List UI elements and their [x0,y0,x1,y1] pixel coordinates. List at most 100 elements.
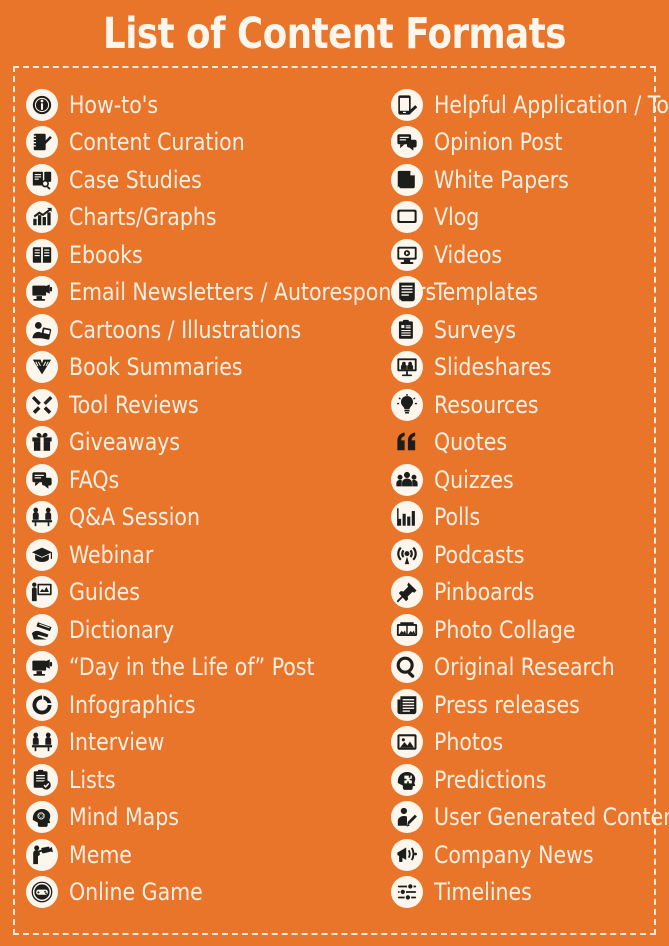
icon-container [25,125,59,159]
icon-container [390,725,424,759]
list-item-label: Polls [434,503,481,532]
list-item[interactable]: Cartoons / Illustrations [25,311,375,349]
list-item[interactable]: Lists [25,761,375,799]
list-item[interactable]: Tool Reviews [25,386,375,424]
icon-container [25,725,59,759]
pushpin-icon [391,576,423,609]
list-item[interactable]: Meme [25,836,375,874]
list-item-label: Original Research [434,653,615,682]
list-item[interactable]: Helpful Application / Tool [390,86,669,124]
list-item-label: FAQs [69,465,120,494]
list-item[interactable]: Company News [390,836,660,874]
list-item-label: Cartoons / Illustrations [69,315,302,344]
list-item[interactable]: Book Summaries [25,349,375,387]
list-item[interactable]: Infographics [25,686,375,724]
podcast-signal-icon [391,538,423,571]
list-item-label: Ebooks [69,240,143,269]
icon-container [390,688,424,722]
list-item[interactable]: “Day in the Life of” Post [25,649,375,687]
list-item[interactable]: Interview [25,724,375,762]
list-item[interactable]: Original Research [390,649,660,687]
list-item[interactable]: Predictions [390,761,660,799]
icon-container [25,538,59,572]
list-item[interactable]: Timelines [390,874,660,912]
screen-icon [391,201,423,234]
list-item-label: Online Game [69,878,203,907]
list-item[interactable]: FAQs [25,461,375,499]
mobile-app-icon [391,88,423,121]
list-item-label: Lists [69,765,116,794]
list-item-label: Press releases [434,690,580,719]
list-item[interactable]: Guides [25,574,375,612]
list-item[interactable]: User Generated Content [390,799,669,837]
gamepad-circle-icon [26,876,58,909]
icon-container [25,238,59,272]
monitor-megaphone-icon [26,276,58,309]
list-item[interactable]: Resources [390,386,660,424]
list-item-label: Mind Maps [69,803,179,832]
list-item[interactable]: Templates [390,274,660,312]
list-item[interactable]: Quotes [390,424,660,462]
bar-chart-icon [391,501,423,534]
list-item-label: Webinar [69,540,154,569]
icon-container [390,463,424,497]
list-item[interactable]: How-to's [25,86,375,124]
monitor-play-icon [391,238,423,271]
magnifier-icon [391,651,423,684]
list-item[interactable]: Pinboards [390,574,660,612]
list-item[interactable]: Case Studies [25,161,375,199]
list-item[interactable]: Photo Collage [390,611,660,649]
list-item-label: Resources [434,390,539,419]
icon-container [390,650,424,684]
list-item[interactable]: Podcasts [390,536,660,574]
list-item-label: Content Curation [69,128,245,157]
icon-container [25,313,59,347]
newspaper-icon [391,688,423,721]
list-item[interactable]: Email Newsletters / Autoresponders [25,274,436,312]
content-format-column-right: Helpful Application / Tool Opinion Post Wh… [390,86,669,912]
two-people-table-icon [26,501,58,534]
megaphone-icon [391,838,423,871]
list-item[interactable]: Giveaways [25,424,375,462]
list-item[interactable]: Videos [390,236,660,274]
list-item-label: How-to's [69,90,159,119]
list-item-label: Giveaways [69,428,181,457]
list-item-label: Opinion Post [434,128,563,157]
list-item[interactable]: Q&A Session [25,499,375,537]
list-item[interactable]: Content Curation [25,124,375,162]
donut-chart-icon [26,688,58,721]
list-item[interactable]: Webinar [25,536,375,574]
list-item[interactable]: Polls [390,499,660,537]
speech-bubbles-icon [26,463,58,496]
list-item-label: Meme [69,840,132,869]
icon-container [390,538,424,572]
list-item-label: Charts/Graphs [69,203,217,232]
list-item-label: Pinboards [434,578,535,607]
list-item-label: Interview [69,728,165,757]
list-item[interactable]: Photos [390,724,660,762]
list-item[interactable]: Online Game [25,874,375,912]
two-people-table-icon [26,726,58,759]
icon-container [25,275,59,309]
list-item-label: Book Summaries [69,353,243,382]
sliders-icon [391,876,423,909]
icon-container [25,88,59,122]
list-item[interactable]: Surveys [390,311,660,349]
person-picture-icon [26,313,58,346]
list-item[interactable]: Mind Maps [25,799,375,837]
list-item[interactable]: Press releases [390,686,660,724]
icon-container [390,238,424,272]
icon-container [390,425,424,459]
list-item[interactable]: Charts/Graphs [25,199,375,237]
icon-container [25,388,59,422]
list-item[interactable]: White Papers [390,161,660,199]
list-item[interactable]: Slideshares [390,349,660,387]
head-gear-icon [26,801,58,834]
list-item[interactable]: Dictionary [25,611,375,649]
list-item[interactable]: Ebooks [25,236,375,274]
list-item[interactable]: Quizzes [390,461,660,499]
list-item[interactable]: Opinion Post [390,124,660,162]
gift-icon [26,426,58,459]
list-item-label: Guides [69,578,140,607]
list-item[interactable]: Vlog [390,199,660,237]
